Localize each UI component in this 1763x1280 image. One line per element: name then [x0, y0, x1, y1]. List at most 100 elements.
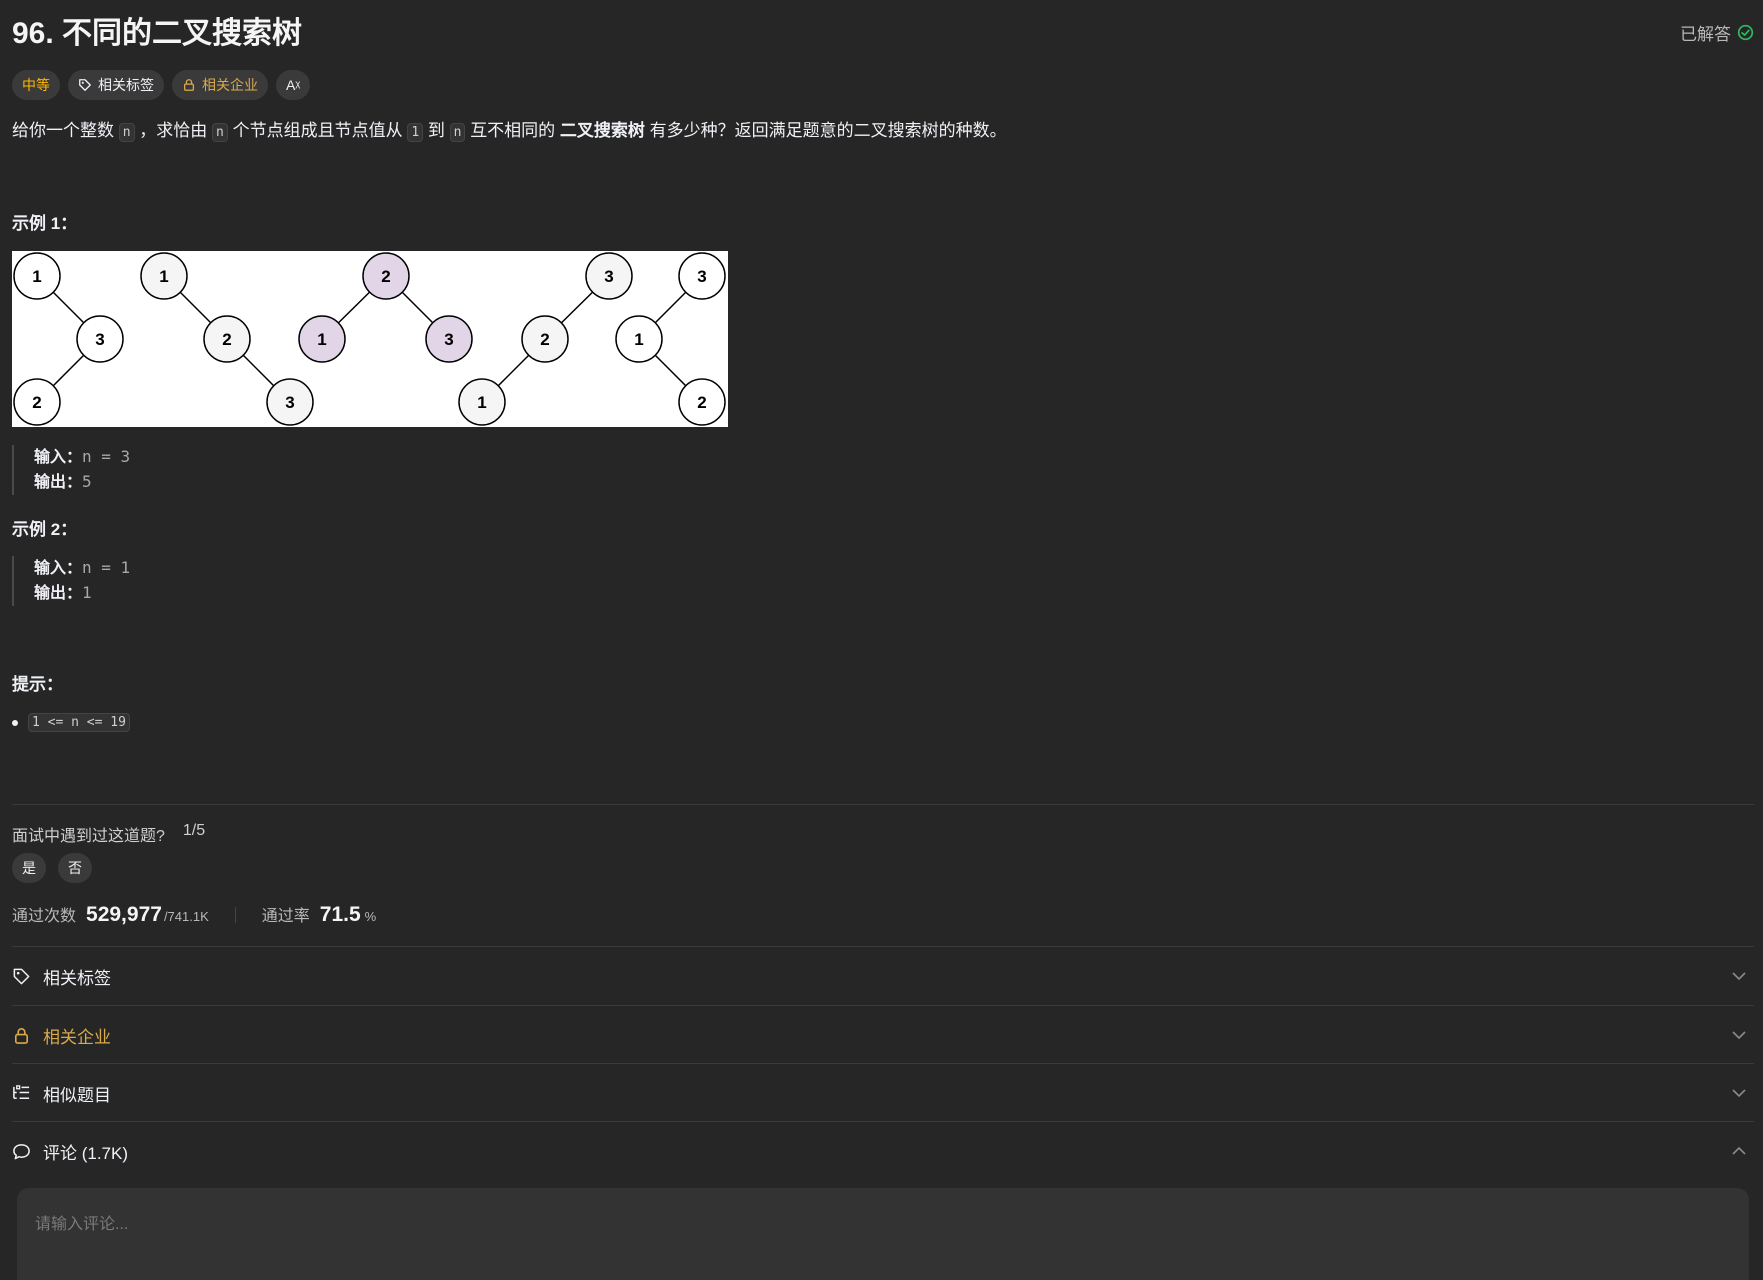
tree-edge: [654, 354, 687, 387]
rate-value: 71.5: [319, 903, 361, 926]
lock-icon: [183, 79, 195, 91]
example-2-io: 输入：n = 1 输出：1: [12, 556, 130, 606]
related-tags-label: 相关标签: [98, 77, 154, 93]
tree-node-label: 2: [540, 330, 549, 349]
section-label: 相关标签: [43, 968, 111, 988]
tree-node-label: 1: [634, 330, 643, 349]
interview-answer-buttons: 是 否: [12, 853, 92, 883]
comment-input[interactable]: 请输入评论...: [17, 1188, 1749, 1280]
desc-text: 到: [427, 121, 445, 140]
related-tags-chip[interactable]: 相关标签: [68, 70, 164, 100]
stats-separator: [234, 906, 236, 923]
submissions-value: /741.1K: [163, 909, 209, 924]
tree-node-label: 3: [285, 393, 294, 412]
tree-edge: [497, 354, 530, 387]
bullet: [12, 719, 18, 726]
hint-list-item: 1 <= n <= 19: [12, 713, 130, 732]
tree-edge: [654, 291, 687, 324]
rate-label: 通过率: [261, 908, 310, 925]
chevron-up-icon: [1732, 1146, 1746, 1155]
section-label: 相关企业: [43, 1027, 111, 1047]
output-value: 5: [82, 472, 92, 491]
tree-edge: [52, 354, 85, 387]
tree-node-label: 1: [477, 393, 486, 412]
tree-node-label: 3: [95, 330, 104, 349]
no-button[interactable]: 否: [58, 853, 92, 883]
inline-code: n: [212, 123, 228, 142]
solved-label: 已解答: [1680, 25, 1731, 44]
comment-icon: [13, 1143, 30, 1159]
tree-node-label: 3: [444, 330, 453, 349]
tree-node-label: 1: [317, 330, 326, 349]
interview-count: 1/5: [182, 822, 206, 839]
accepted-label: 通过次数: [12, 908, 77, 925]
tree-node-label: 2: [697, 393, 706, 412]
example-1-title: 示例 1：: [12, 214, 78, 233]
stats-row: 通过次数 529,977 /741.1K 通过率 71.5 %: [12, 902, 376, 927]
tag-icon: [79, 79, 91, 91]
tree-node-label: 1: [32, 267, 41, 286]
chevron-down-icon: [1732, 1089, 1746, 1098]
desc-bold-text: 二叉搜索树: [559, 121, 645, 140]
tag-icon: [13, 968, 30, 984]
tree-edge: [401, 291, 434, 324]
interview-question: 面试中遇到过这道题? 1/5: [12, 822, 205, 846]
inline-code: 1: [407, 123, 424, 142]
title-row: 96. 不同的二叉搜索树 已解答: [12, 14, 1754, 58]
yes-button[interactable]: 是: [12, 853, 46, 883]
desc-text: 有多少种？返回满足题意的二叉搜索树的种数。: [649, 121, 1007, 140]
accepted-value: 529,977: [86, 903, 162, 926]
related-companies-chip[interactable]: 相关企业: [172, 70, 268, 100]
output-label: 输出：: [34, 474, 83, 491]
chevron-down-icon: [1732, 972, 1746, 981]
translate-button[interactable]: Aᵡ: [276, 70, 311, 100]
inline-code: n: [118, 123, 135, 142]
desc-text: 互不相同的: [470, 121, 556, 140]
example-1-io: 输入：n = 3 输出：5: [12, 445, 130, 495]
tree-node-label: 2: [381, 267, 390, 286]
inline-code: n: [449, 123, 466, 142]
section-label: 评论 (1.7K): [43, 1143, 129, 1163]
section-comments[interactable]: 评论 (1.7K): [12, 1122, 1754, 1180]
related-companies-label: 相关企业: [202, 77, 258, 93]
tree-node-label: 2: [32, 393, 41, 412]
section-similar-problems[interactable]: 相似题目: [12, 1064, 1754, 1122]
example-1-image: 1 3 2 1 2 3 2 1 3 3 2 1 3 1 2: [12, 251, 728, 427]
problem-statement: 给你一个整数 n ，求恰由 n 个节点组成且节点值从 1 到 n 互不相同的 二…: [12, 118, 1007, 146]
example-2-title: 示例 2：: [12, 520, 78, 539]
difficulty-badge: 中等: [12, 70, 60, 100]
tree-edge: [179, 291, 212, 324]
solved-status: 已解答: [1680, 20, 1754, 45]
desc-text: 个节点组成且节点值从: [232, 121, 403, 140]
section-related-tags[interactable]: 相关标签: [12, 947, 1754, 1005]
rate-unit: %: [364, 909, 377, 924]
input-label: 输入：: [34, 449, 83, 466]
tree-edge: [242, 354, 275, 387]
interview-label: 面试中遇到过这道题?: [12, 828, 165, 845]
input-label: 输入：: [34, 560, 83, 577]
check-circle-icon: [1737, 24, 1754, 41]
desc-text: ，求恰由: [139, 121, 208, 140]
bst-diagram: 1 3 2 1 2 3 2 1 3 3 2 1 3 1 2: [13, 252, 726, 426]
divider: [12, 804, 1754, 805]
problem-title[interactable]: 96. 不同的二叉搜索树: [12, 14, 1754, 54]
bst-tree-2: 1 2 3: [140, 252, 314, 426]
list-tree-icon: [13, 1084, 30, 1099]
chevron-down-icon: [1732, 1031, 1746, 1040]
tree-edge: [52, 291, 85, 324]
tree-node-label: 2: [222, 330, 231, 349]
bst-tree-4: 3 2 1: [458, 252, 633, 426]
hints-title: 提示：: [12, 675, 63, 694]
output-value: 1: [82, 583, 92, 602]
input-value: n = 3: [82, 447, 131, 466]
desc-text: 给你一个整数: [12, 121, 114, 140]
tree-edge: [560, 291, 594, 324]
tag-row: 中等 相关标签 相关企业 Aᵡ: [12, 70, 311, 100]
section-related-companies[interactable]: 相关企业: [12, 1006, 1754, 1064]
bst-tree-1: 1 3 2: [13, 252, 124, 426]
constraint-code: 1 <= n <= 19: [28, 713, 130, 732]
tree-edge: [337, 291, 371, 324]
input-value: n = 1: [82, 558, 131, 577]
tree-node-label: 3: [697, 267, 706, 286]
tree-node-label: 1: [159, 267, 168, 286]
